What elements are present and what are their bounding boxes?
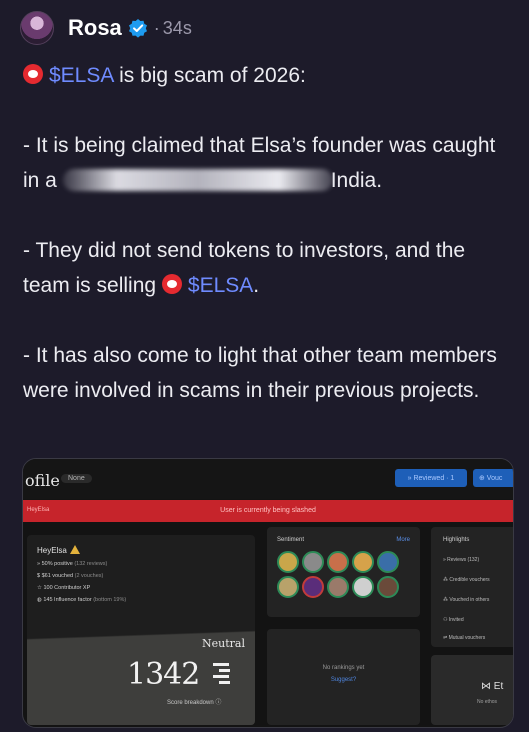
stat-xp: ☆ 100 Contributor XP <box>37 585 91 591</box>
profile-title: ofile <box>25 471 60 490</box>
avatar <box>302 551 324 573</box>
slashed-banner-message: User is currently being slashed <box>220 507 316 514</box>
stat-reviews: » 50% positive (132 reviews) <box>37 561 108 567</box>
highlight-item: » Reviews (132) <box>443 557 480 563</box>
highlight-item: ⁂ Credible vouchers <box>443 577 490 583</box>
post-paragraph-2: - It is being claimed that Elsa’s founde… <box>23 128 513 198</box>
score-bars-icon <box>213 663 231 691</box>
attached-image[interactable]: ofile None » Reviewed · 1 ⊕ Vouc HeyElsa… <box>22 458 514 728</box>
elsa-token-icon <box>23 64 43 84</box>
highlights-label: Highlights <box>443 537 470 543</box>
profile-name: HeyElsa <box>37 545 80 555</box>
avatar <box>277 551 299 573</box>
ethos-logo: ⋈ Et <box>481 681 504 692</box>
post-text: . <box>253 274 260 297</box>
stat-influence: ◍ 145 Influence factor (bottom 19%) <box>37 597 127 603</box>
sentiment-label: Sentiment <box>277 537 305 543</box>
reviewed-button: » Reviewed · 1 <box>395 469 467 487</box>
avatar <box>352 576 374 598</box>
author-name[interactable]: Rosa <box>68 15 122 41</box>
post-text: - It has also come to light that other t… <box>23 344 497 402</box>
suggest-link: Suggest? <box>330 677 357 683</box>
post-time[interactable]: 34s <box>163 18 192 39</box>
avatar <box>277 576 299 598</box>
avatar <box>327 551 349 573</box>
vouch-button: ⊕ Vouc <box>473 469 513 487</box>
post-header: Rosa · 34s <box>20 8 192 48</box>
sentiment-more: More <box>396 537 410 543</box>
sentiment-avatars <box>277 551 412 598</box>
redacted-text-blur <box>62 169 333 191</box>
warning-icon <box>69 545 80 554</box>
highlights-card: Highlights » Reviews (132) ⁂ Credible vo… <box>431 527 513 647</box>
post-text: is big scam of 2026: <box>113 64 306 87</box>
highlight-item: ⁂ Vouched in others <box>443 597 490 603</box>
highlight-item: ⇌ Mutual vouchers <box>443 635 486 641</box>
slashed-banner: HeyElsa User is currently being slashed <box>23 500 513 522</box>
no-rankings-text: No rankings yet <box>322 665 365 671</box>
avatar <box>302 576 324 598</box>
post-paragraph-1: $ELSA is big scam of 2026: <box>23 58 513 93</box>
stat-vouched: $ $61 vouched (2 vouches) <box>37 573 104 579</box>
avatar <box>352 551 374 573</box>
verified-badge-icon <box>128 19 147 38</box>
profile-card: HeyElsa » 50% positive (132 reviews) $ $… <box>27 535 255 725</box>
post-body: $ELSA is big scam of 2026: - It is being… <box>23 58 513 443</box>
post-paragraph-3: - They did not send tokens to investors,… <box>23 233 513 303</box>
score-level: Neutral <box>202 637 245 650</box>
profile-topbar: ofile None » Reviewed · 1 ⊕ Vouc <box>23 459 513 499</box>
rankings-card: No rankings yet Suggest? <box>267 629 420 725</box>
avatar <box>377 576 399 598</box>
score-breakdown: Score breakdown ⓘ <box>167 700 222 706</box>
none-badge: None <box>61 474 92 483</box>
avatar <box>377 551 399 573</box>
post-text: India. <box>330 169 383 192</box>
cashtag-link[interactable]: $ELSA <box>49 64 113 87</box>
ethos-card: ⋈ Et No ethos <box>431 655 513 725</box>
avatar <box>327 576 349 598</box>
avatar[interactable] <box>20 11 54 45</box>
score-value: 1342 <box>127 657 200 692</box>
separator: · <box>153 17 160 38</box>
sentiment-card: Sentiment More <box>267 527 420 617</box>
elsa-token-icon <box>161 274 182 294</box>
highlight-item: ⚇ Invited <box>443 617 464 623</box>
post-paragraph-4: - It has also come to light that other t… <box>23 338 513 408</box>
cashtag-link[interactable]: $ELSA <box>188 274 253 297</box>
no-ethos-text: No ethos <box>477 699 498 705</box>
